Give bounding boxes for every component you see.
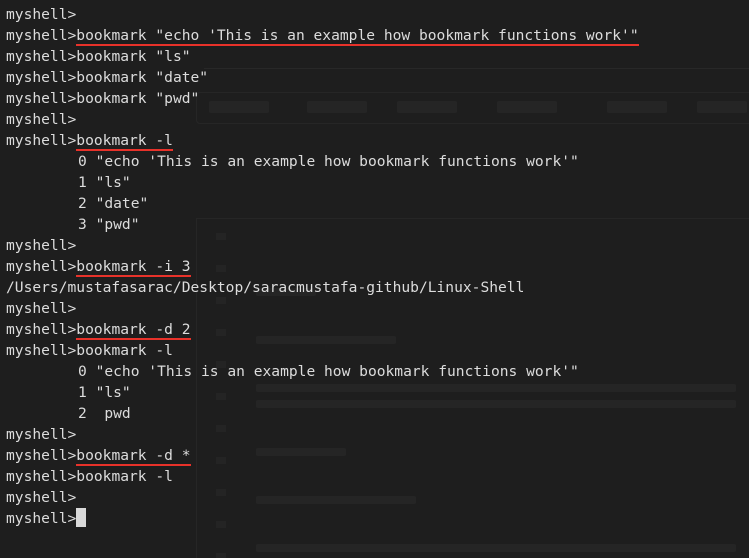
terminal-output-line: 3 "pwd" [6, 214, 639, 235]
terminal-prompt-line: myshell> [6, 298, 639, 319]
shell-prompt: myshell> [6, 342, 77, 359]
output-text: /Users/mustafasarac/Desktop/saracmustafa… [6, 279, 525, 296]
output-text: 0 "echo 'This is an example how bookmark… [78, 363, 579, 380]
highlighted-command: bookmark -l [76, 132, 173, 151]
shell-prompt: myshell> [6, 132, 77, 149]
terminal-output-line: 0 "echo 'This is an example how bookmark… [6, 151, 639, 172]
terminal-prompt-line: myshell>bookmark "pwd" [6, 88, 639, 109]
terminal-output: myshell> myshell>bookmark "echo 'This is … [6, 4, 639, 529]
terminal-prompt-line: myshell> [6, 487, 639, 508]
command-text: bookmark "date" [76, 69, 209, 86]
terminal-output-line: 2 "date" [6, 193, 639, 214]
shell-prompt: myshell> [6, 447, 77, 464]
terminal-prompt-line: myshell> [6, 508, 639, 529]
terminal-prompt-line: myshell>bookmark "ls" [6, 46, 639, 67]
terminal-prompt-line: myshell>bookmark "echo 'This is an examp… [6, 25, 639, 46]
output-text: 1 "ls" [78, 174, 131, 191]
terminal-prompt-line: myshell> [6, 109, 639, 130]
shell-prompt: myshell> [6, 258, 77, 275]
terminal-window[interactable]: myshell> myshell>bookmark "echo 'This is … [0, 0, 749, 558]
shell-prompt: myshell> [6, 489, 77, 506]
shell-prompt: myshell> [6, 237, 77, 254]
shell-prompt: myshell> [6, 321, 77, 338]
command-text: bookmark -l [76, 468, 173, 485]
output-text: 2 pwd [78, 405, 131, 422]
shell-prompt: myshell> [6, 90, 77, 107]
shell-prompt: myshell> [6, 510, 77, 527]
command-text: bookmark "pwd" [76, 90, 200, 107]
shell-prompt: myshell> [6, 426, 77, 443]
terminal-output-line: /Users/mustafasarac/Desktop/saracmustafa… [6, 277, 639, 298]
highlighted-command: bookmark -d * [76, 447, 191, 466]
shell-prompt: myshell> [6, 468, 77, 485]
terminal-output-line: 0 "echo 'This is an example how bookmark… [6, 361, 639, 382]
terminal-output-line: 2 pwd [6, 403, 639, 424]
text-cursor[interactable] [76, 508, 87, 527]
output-text: 0 "echo 'This is an example how bookmark… [78, 153, 579, 170]
terminal-prompt-line: myshell>bookmark -d 2 [6, 319, 639, 340]
command-text: bookmark -l [76, 342, 173, 359]
terminal-prompt-line: myshell> [6, 235, 639, 256]
terminal-prompt-line: myshell>bookmark -i 3 [6, 256, 639, 277]
command-text: bookmark "ls" [76, 48, 191, 65]
terminal-prompt-line: myshell> [6, 4, 639, 25]
terminal-prompt-line: myshell>bookmark -l [6, 130, 639, 151]
terminal-prompt-line: myshell>bookmark "date" [6, 67, 639, 88]
terminal-prompt-line: myshell>bookmark -l [6, 340, 639, 361]
shell-prompt: myshell> [6, 48, 77, 65]
terminal-output-line: 1 "ls" [6, 382, 639, 403]
highlighted-command: bookmark -i 3 [76, 258, 191, 277]
shell-prompt: myshell> [6, 111, 77, 128]
highlighted-command: bookmark "echo 'This is an example how b… [76, 27, 639, 46]
shell-prompt: myshell> [6, 27, 77, 44]
terminal-prompt-line: myshell>bookmark -d * [6, 445, 639, 466]
output-text: 3 "pwd" [78, 216, 140, 233]
highlighted-command: bookmark -d 2 [76, 321, 191, 340]
terminal-output-line: 1 "ls" [6, 172, 639, 193]
output-text: 2 "date" [78, 195, 149, 212]
terminal-prompt-line: myshell> [6, 424, 639, 445]
shell-prompt: myshell> [6, 6, 77, 23]
shell-prompt: myshell> [6, 300, 77, 317]
output-text: 1 "ls" [78, 384, 131, 401]
shell-prompt: myshell> [6, 69, 77, 86]
terminal-prompt-line: myshell>bookmark -l [6, 466, 639, 487]
